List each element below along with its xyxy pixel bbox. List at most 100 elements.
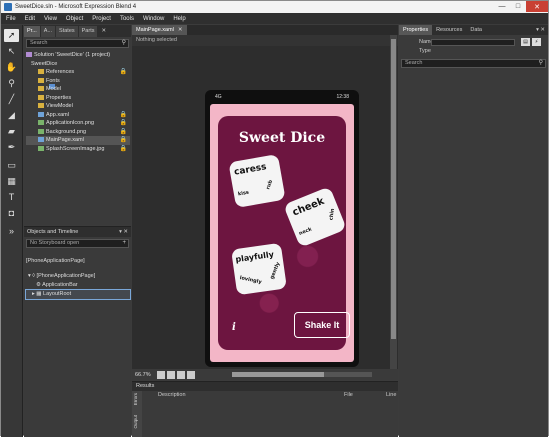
project-tree: Solution 'SweetDice' (1 project) SweetDi… (26, 51, 130, 153)
image-file-icon (38, 128, 44, 134)
selection-icon[interactable]: ➚ (4, 29, 19, 42)
tree-item-references[interactable]: References 🔒 (26, 68, 130, 77)
artboard-canvas[interactable]: 4G 12:38 Sweet Dice caress kiss rub chee… (132, 46, 398, 369)
die-face-left: neck (298, 226, 313, 237)
tab-parts[interactable]: Parts (78, 26, 98, 37)
die-face-right: gently (269, 261, 282, 281)
tab-resources[interactable]: Resources (432, 25, 466, 35)
app-title: Sweet Dice (238, 130, 326, 146)
phone-frame: 4G 12:38 Sweet Dice caress kiss rub chee… (205, 90, 359, 367)
column-line[interactable]: Line (386, 392, 396, 398)
info-icon[interactable]: i (232, 322, 242, 333)
rectangle-icon[interactable]: ▭ (4, 159, 19, 172)
tree-item-properties[interactable]: Properties (26, 94, 130, 103)
scrollbar-thumb[interactable] (232, 372, 324, 377)
object-page-header[interactable]: [PhoneApplicationPage] (26, 257, 130, 266)
phone-status-bar: 4G 12:38 (209, 93, 355, 101)
close-tab-icon[interactable]: ✕ (178, 27, 183, 33)
object-applicationbar[interactable]: ⚙ ApplicationBar (26, 281, 130, 290)
menu-file[interactable]: File (6, 16, 16, 22)
die-face-top: caress (233, 162, 268, 178)
tab-properties[interactable]: Properties (399, 25, 433, 35)
eyedropper-icon[interactable]: ╱ (4, 93, 19, 106)
snap-gridlines-toggle[interactable] (166, 370, 175, 379)
snap-snaplines-toggle[interactable] (186, 370, 195, 379)
scrollbar-thumb[interactable] (391, 39, 396, 339)
zoom-icon[interactable]: ⚲ (4, 77, 19, 90)
phone-screen: Sweet Dice caress kiss rub cheek neck ch… (210, 104, 354, 362)
menu-edit[interactable]: Edit (25, 16, 35, 22)
zoom-level[interactable]: 66.7% (135, 372, 151, 378)
horizontal-scrollbar[interactable] (232, 372, 372, 377)
project-panel-close-icon[interactable]: ✕ (98, 26, 110, 37)
tab-output[interactable]: Output (133, 415, 141, 429)
folder-icon (38, 103, 44, 109)
menu-bar: File Edit View Object Project Tools Wind… (1, 13, 548, 24)
pen-icon[interactable]: ✒ (4, 141, 19, 154)
folder-icon (38, 94, 44, 100)
project-search-input[interactable]: Search ⚲ (26, 39, 129, 48)
project-panel: Pr... A... States Parts ✕ Search ⚲ Solut… (24, 25, 131, 225)
direct-selection-icon[interactable]: ↖ (4, 45, 19, 58)
properties-search-input[interactable]: Search ⚲ (401, 59, 546, 68)
name-field[interactable] (431, 39, 515, 46)
show-grid-toggle[interactable] (176, 370, 185, 379)
search-icon: ⚲ (121, 40, 126, 46)
object-page-root[interactable]: ▾ ◊ [PhoneApplicationPage] (26, 272, 130, 281)
tab-errors[interactable]: Errors (133, 393, 141, 405)
column-file[interactable]: File (344, 392, 353, 398)
shake-it-button[interactable]: Shake It (294, 312, 350, 338)
tab-mainpage-xaml[interactable]: MainPage.xaml ✕ (132, 25, 187, 35)
layout-icon[interactable]: ◘ (4, 207, 19, 220)
properties-tabs: Properties Resources Data ▾ ✕ (399, 25, 548, 35)
tab-states[interactable]: States (56, 26, 78, 37)
properties-mode-icon[interactable]: ▤ (521, 38, 530, 46)
tree-item-project[interactable]: SweetDice (26, 60, 130, 89)
assets-icon[interactable]: » (4, 225, 19, 238)
grid-icon[interactable]: ▦ (4, 175, 19, 188)
textblock-icon[interactable]: T (4, 191, 19, 204)
tree-item-app-xaml[interactable]: App.xaml 🔒 (26, 111, 130, 120)
gradient-icon[interactable]: ▰ (4, 125, 19, 138)
menu-project[interactable]: Project (92, 16, 111, 22)
column-description[interactable]: Description (158, 392, 186, 398)
die-manner: playfully lovingly gently (231, 242, 287, 296)
menu-object[interactable]: Object (66, 16, 83, 22)
paint-bucket-icon[interactable]: ◢ (4, 109, 19, 122)
tree-item-solution[interactable]: Solution 'SweetDice' (1 project) (26, 51, 130, 60)
storyboard-selector[interactable]: No Storyboard open + (26, 239, 129, 248)
tree-item-model[interactable]: Model (26, 85, 130, 94)
tree-item-applicationicon[interactable]: ApplicationIcon.png 🔒 (26, 119, 130, 128)
tree-item-viewmodel[interactable]: ViewModel (26, 102, 130, 111)
menu-tools[interactable]: Tools (120, 16, 134, 22)
tree-item-mainpage[interactable]: MainPage.xaml 🔒 (26, 136, 130, 145)
pan-icon[interactable]: ✋ (4, 61, 19, 74)
objects-timeline-panel: Objects and Timeline ▾ ✕ No Storyboard o… (24, 226, 131, 437)
tab-assets[interactable]: A... (40, 26, 56, 37)
tools-panel: ➚ ↖ ✋ ⚲ ╱ ◢ ▰ ✒ ▭ ▦ T ◘ » (1, 25, 23, 437)
title-bar: SweetDice.sln - Microsoft Expression Ble… (1, 1, 548, 13)
tree-item-fonts[interactable]: Fonts (26, 77, 130, 86)
type-label: Type (419, 48, 431, 54)
menu-view[interactable]: View (44, 16, 57, 22)
panel-pin-icon[interactable]: ▾ ✕ (119, 227, 128, 237)
add-storyboard-icon[interactable]: + (122, 240, 126, 247)
events-mode-icon[interactable]: ⚡ (532, 38, 541, 46)
menu-window[interactable]: Window (143, 16, 164, 22)
tab-data[interactable]: Data (466, 25, 486, 35)
tree-item-splashscreen[interactable]: SplashScreenImage.jpg 🔒 (26, 145, 130, 154)
artboard-status-bar: 66.7% (132, 369, 398, 380)
properties-panel-controls[interactable]: ▾ ✕ (536, 25, 545, 35)
lock-icon: 🔒 (119, 145, 127, 152)
tree-item-background[interactable]: Background.png 🔒 (26, 128, 130, 137)
maximize-button[interactable]: □ (510, 1, 526, 12)
signal-indicator: 4G (215, 94, 222, 100)
object-layoutroot[interactable]: ▸ ▦ LayoutRoot (25, 289, 131, 300)
render-effects-toggle[interactable] (156, 370, 165, 379)
menu-help[interactable]: Help (173, 16, 185, 22)
blend-app-icon (4, 3, 12, 11)
tab-projects[interactable]: Pr... (24, 26, 40, 37)
vertical-scrollbar[interactable] (390, 35, 397, 369)
close-button[interactable]: ✕ (526, 1, 548, 12)
minimize-button[interactable]: — (494, 1, 510, 12)
